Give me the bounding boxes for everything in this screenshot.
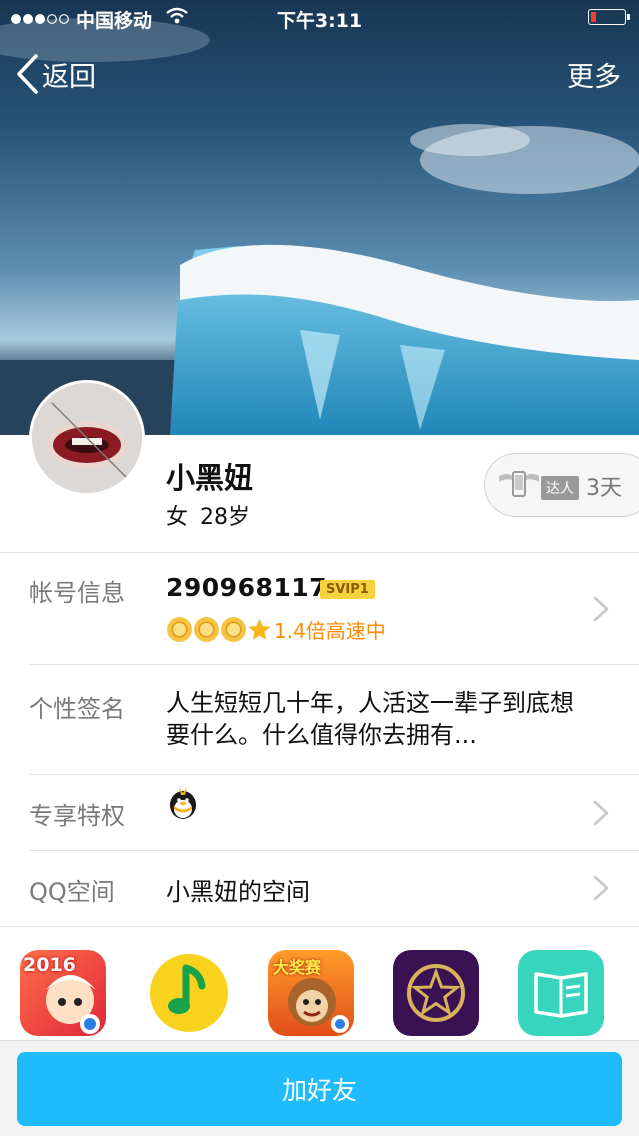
qzone-label: QQ空间 bbox=[29, 878, 115, 906]
chevron-right-icon bbox=[593, 800, 609, 826]
avatar[interactable] bbox=[29, 380, 145, 496]
app-badge-2016: 2016 bbox=[23, 954, 76, 976]
qq-music-app-icon[interactable] bbox=[146, 950, 232, 1036]
back-button[interactable]: 返回 bbox=[14, 54, 96, 94]
add-friend-button[interactable]: 加好友 bbox=[17, 1052, 622, 1126]
back-label: 返回 bbox=[42, 61, 96, 93]
profile-name: 小黑妞 bbox=[166, 461, 254, 495]
age-label: 28岁 bbox=[200, 505, 251, 530]
sun-icon bbox=[221, 617, 246, 642]
status-bar: 中国移动 下午3:11 bbox=[0, 0, 639, 38]
music-note-icon bbox=[150, 954, 228, 1032]
lottery-game-app-icon[interactable]: 大奖赛 bbox=[268, 950, 354, 1036]
divider bbox=[29, 774, 639, 775]
gender-label: 女 bbox=[166, 505, 189, 530]
privilege-label: 专享特权 bbox=[29, 802, 125, 830]
bottom-action-bar: 加好友 bbox=[0, 1040, 639, 1136]
chevron-right-icon bbox=[593, 875, 609, 901]
qq-penguin-icon bbox=[170, 787, 196, 819]
gender-age: 女 28岁 bbox=[166, 499, 250, 531]
sun-icon bbox=[194, 617, 219, 642]
account-label: 帐号信息 bbox=[29, 579, 125, 607]
qq-number: 290968117 bbox=[166, 573, 328, 602]
signature-text: 人生短短几十年，人活这一辈子到底想要什么。什么值得你去拥有... bbox=[166, 689, 574, 749]
signature-label: 个性签名 bbox=[29, 695, 125, 723]
game-2016-app-icon[interactable]: 2016 bbox=[20, 950, 106, 1036]
winged-phone-icon bbox=[499, 471, 539, 497]
qq-level: 1.4倍高速中 bbox=[166, 615, 386, 644]
divider bbox=[0, 552, 639, 553]
divider bbox=[0, 926, 639, 927]
book-reader-app-icon[interactable] bbox=[518, 950, 604, 1036]
chevron-left-icon bbox=[17, 54, 38, 94]
cover-photo[interactable]: 中国移动 下午3:11 返回 更多 bbox=[0, 0, 639, 435]
chevron-right-icon bbox=[593, 596, 609, 622]
battery-icon bbox=[588, 9, 630, 25]
avatar-image bbox=[32, 383, 142, 493]
divider bbox=[29, 850, 639, 851]
star-icon bbox=[248, 618, 271, 640]
app-badge-lottery: 大奖赛 bbox=[273, 958, 322, 977]
more-button[interactable]: 更多 bbox=[567, 55, 621, 94]
star-app-icon[interactable] bbox=[393, 950, 479, 1036]
battery-level bbox=[591, 12, 596, 22]
talent-label: 达人 bbox=[541, 476, 579, 500]
app-icons-row: 2016 大奖赛 bbox=[0, 950, 639, 1040]
talent-badge[interactable]: 达人 3天 bbox=[484, 453, 639, 517]
qzone-value: 小黑妞的空间 bbox=[166, 878, 310, 906]
speed-text: 1.4倍高速中 bbox=[274, 619, 386, 643]
star-circle-icon bbox=[407, 964, 465, 1022]
status-time: 下午3:11 bbox=[276, 10, 363, 32]
talent-days: 3天 bbox=[586, 476, 622, 501]
divider bbox=[29, 664, 639, 665]
svip-badge: SVIP1 bbox=[320, 580, 375, 599]
sun-icon bbox=[167, 617, 192, 642]
book-icon bbox=[534, 972, 588, 1018]
